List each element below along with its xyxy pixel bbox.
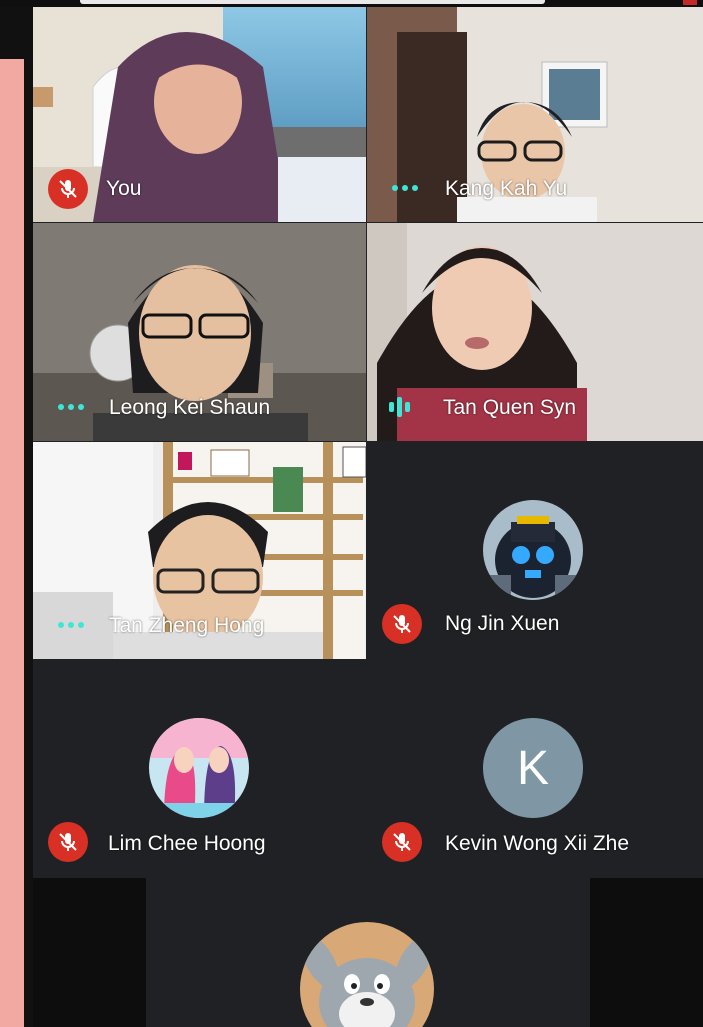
side-pink-panel	[0, 59, 24, 1027]
recording-indicator	[683, 0, 697, 5]
participant-name: Kevin Wong Xii Zhe	[445, 832, 630, 855]
participant-tile-tan-zheng-hong[interactable]: Tan Zheng Hong	[33, 442, 366, 659]
empty-area-left	[33, 878, 146, 1027]
participant-tile-bottom[interactable]	[146, 878, 590, 1027]
participant-tile-leong-kei-shaun[interactable]: Leong Kei Shaun	[33, 223, 366, 441]
participant-tile-lim-chee-hoong[interactable]: Lim Chee Hoong	[33, 660, 366, 877]
mic-off-icon	[382, 822, 422, 862]
participant-name: You	[106, 177, 142, 200]
participant-tile-kevin-wong-xii-zhe[interactable]: K Kevin Wong Xii Zhe	[367, 660, 703, 877]
mic-off-icon	[48, 822, 88, 862]
participant-tile-ng-jin-xuen[interactable]: Ng Jin Xuen	[367, 442, 703, 659]
participant-name: Lim Chee Hoong	[108, 832, 266, 855]
audio-dots-icon	[392, 185, 418, 191]
participant-name: Ng Jin Xuen	[445, 612, 560, 635]
empty-area-right	[590, 878, 703, 1027]
avatar	[483, 500, 583, 600]
participant-tile-tan-quen-syn[interactable]: Tan Quen Syn	[367, 223, 703, 441]
participant-grid: You Kang Kah Yu Leong Kei Shaun Tan Quen…	[33, 7, 703, 1027]
participant-tile-kang-kah-yu[interactable]: Kang Kah Yu	[367, 7, 703, 222]
left-side-panel	[0, 7, 33, 1027]
window-top-bar	[0, 0, 703, 7]
mic-off-icon	[48, 169, 88, 209]
mic-off-icon	[382, 604, 422, 644]
participant-tile-you[interactable]: You	[33, 7, 366, 222]
top-pill	[80, 0, 545, 4]
participant-name: Leong Kei Shaun	[109, 396, 271, 419]
avatar	[149, 718, 249, 818]
avatar: K	[483, 718, 583, 818]
participant-name: Tan Zheng Hong	[109, 614, 265, 637]
audio-level-icon	[389, 397, 410, 417]
participant-name: Tan Quen Syn	[443, 396, 577, 419]
audio-dots-icon	[58, 622, 84, 628]
audio-dots-icon	[58, 404, 84, 410]
participant-name: Kang Kah Yu	[445, 177, 568, 200]
avatar	[300, 922, 434, 1027]
